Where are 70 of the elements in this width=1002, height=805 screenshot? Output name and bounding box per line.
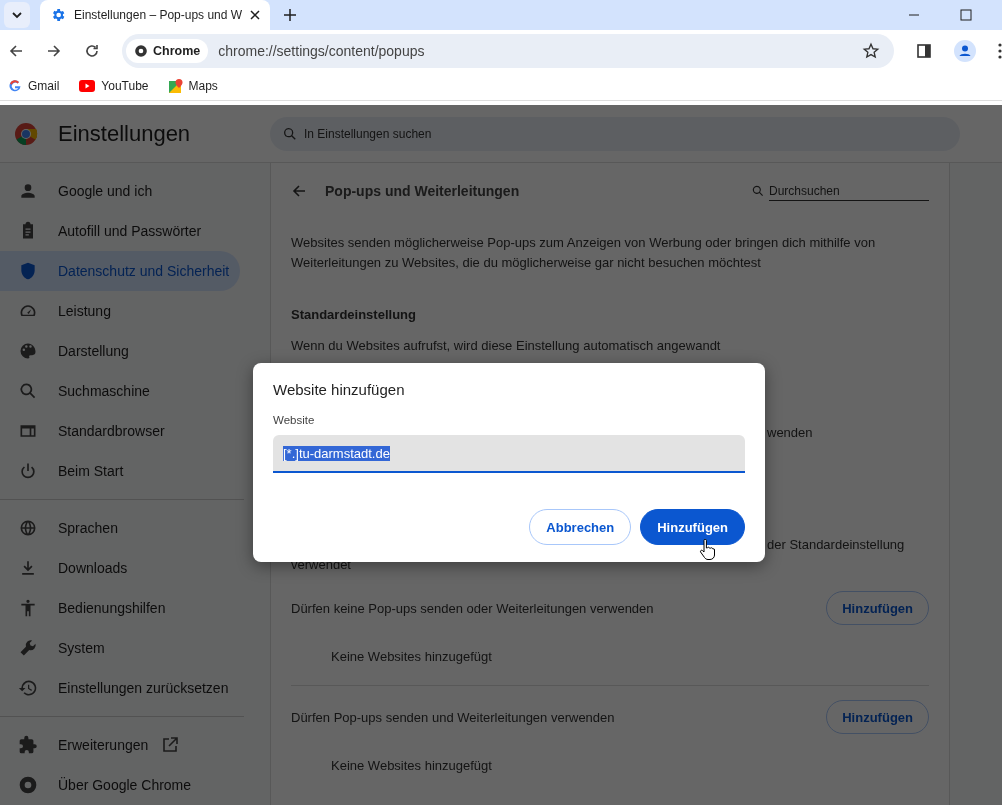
profile-icon[interactable] xyxy=(954,40,976,62)
list-label: Dürfen Pop-ups senden und Weiterleitungen verwenden xyxy=(291,709,615,725)
section-heading: Standardeinstellung xyxy=(291,307,417,322)
sidebar-item[interactable]: Darstellung xyxy=(0,331,240,371)
sidebar-item[interactable]: Sprachen xyxy=(0,508,240,548)
person-icon xyxy=(18,181,38,201)
power-icon xyxy=(18,461,38,481)
search-field[interactable]: In Einstellungen suchen xyxy=(270,116,960,151)
site-chip[interactable]: Chrome xyxy=(126,39,209,63)
settings-title: Einstellungen xyxy=(58,120,191,147)
empty-note: Keine Websites hinzugefügt xyxy=(330,757,493,775)
gear-icon xyxy=(50,7,66,23)
dialog-title: Website hinzufügen xyxy=(273,381,406,398)
close-icon[interactable] xyxy=(250,10,260,20)
bookmark[interactable]: YouTube xyxy=(79,79,149,93)
description-text: Websites senden möglicherweise Pop-ups zum Anzeigen von Werbung oder bringen dich mithilfe von Weiterleitungen zu Websites, die du möglicherweise gar nicht besuchen möchtest xyxy=(291,234,877,272)
sidebar-item[interactable]: Leistung xyxy=(0,291,240,331)
sidebar-item[interactable]: Datenschutz und Sicherheit xyxy=(0,251,240,291)
sidebar-item[interactable]: Suchmaschine xyxy=(0,371,240,411)
puzzle-icon xyxy=(18,735,38,755)
new-tab-icon[interactable] xyxy=(284,9,296,21)
url-text: chrome://settings/content/popups xyxy=(218,43,426,59)
search-icon xyxy=(282,125,298,142)
sidebar-item[interactable]: Über Google Chrome xyxy=(0,765,240,805)
browser-tab[interactable]: Einstellungen – Pop-ups und W xyxy=(40,0,270,30)
maximize-icon[interactable] xyxy=(960,9,972,21)
sidebar-item[interactable]: Google und ich xyxy=(0,171,240,211)
add-button[interactable]: Hinzufügen xyxy=(826,700,929,734)
section-note: Wenn du Websites aufrufst, wird diese Einstellung automatisch angewandt xyxy=(291,338,722,353)
accessibility-icon xyxy=(18,598,38,618)
cancel-button[interactable]: Abbrechen xyxy=(529,509,632,545)
add-button[interactable]: Hinzufügen xyxy=(826,591,929,625)
palette-icon xyxy=(18,341,38,361)
list-label: Dürfen keine Pop-ups senden oder Weiterleitungen verwenden xyxy=(291,600,654,616)
reload-icon[interactable] xyxy=(84,43,100,59)
sidebar-item[interactable]: Bedienungshilfen xyxy=(0,588,240,628)
empty-note: Keine Websites hinzugefügt xyxy=(330,648,493,666)
g-logo-icon xyxy=(8,79,22,93)
sidebar-item[interactable]: System xyxy=(0,628,240,668)
globe-icon xyxy=(18,518,38,538)
side-panel-icon[interactable] xyxy=(916,43,932,59)
map-pin-icon xyxy=(168,79,183,93)
bookmark[interactable]: Maps xyxy=(168,79,218,93)
caret-icon xyxy=(11,9,23,21)
field-label: Website xyxy=(273,414,316,426)
shield-icon xyxy=(18,261,38,281)
back-icon[interactable] xyxy=(8,43,24,59)
search-icon xyxy=(18,381,38,401)
forward-icon[interactable] xyxy=(46,43,62,59)
option-text: verwendet xyxy=(291,557,351,572)
wrench-icon xyxy=(18,638,38,658)
website-field[interactable]: [*.]tu-darmstadt.de xyxy=(273,435,745,473)
page-title: Pop-ups und Weiterleitungen xyxy=(325,183,521,199)
sidebar-item[interactable]: Downloads xyxy=(0,548,240,588)
sidebar-item[interactable]: Standardbrowser xyxy=(0,411,240,451)
history-icon xyxy=(18,678,38,698)
add-button[interactable]: Hinzufügen xyxy=(640,509,745,545)
sidebar-item[interactable]: Einstellungen zurücksetzen xyxy=(0,668,240,708)
bookmark[interactable]: Gmail xyxy=(8,79,60,93)
option-text: der Standardeinstellung xyxy=(767,537,905,552)
star-icon[interactable] xyxy=(862,42,880,60)
sidebar-item[interactable]: Autofill und Passwörter xyxy=(0,211,240,251)
play-logo-icon xyxy=(79,80,96,92)
menu-icon[interactable] xyxy=(998,43,1002,59)
sidebar-item[interactable]: Beim Start xyxy=(0,451,240,491)
sidebar-item[interactable]: Erweiterungen xyxy=(0,725,240,765)
search-icon xyxy=(751,184,765,198)
tab-search-button[interactable] xyxy=(4,2,30,28)
option-text: wenden xyxy=(767,425,813,440)
address-bar[interactable]: Chrome chrome://settings/content/popups xyxy=(122,34,894,68)
